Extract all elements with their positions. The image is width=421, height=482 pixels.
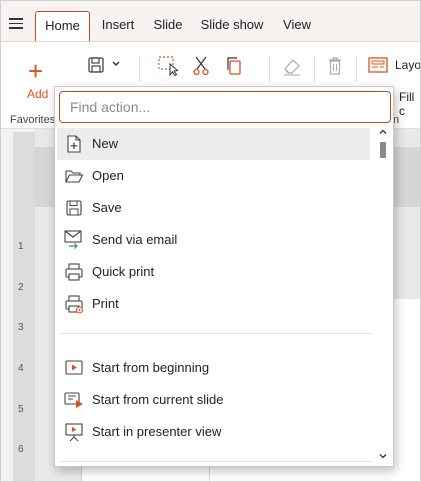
tab-bar: Home Insert Slide Slide show View: [1, 1, 420, 41]
menu-item-save[interactable]: Save: [57, 192, 370, 224]
menu-item-label: Start in presenter view: [92, 424, 222, 439]
menu-item-new[interactable]: New: [57, 128, 370, 160]
ribbon-separator: [314, 56, 315, 82]
save-ribbon-icon[interactable]: [87, 56, 105, 74]
menu-item-start-from-current-slide[interactable]: Start from current slide: [57, 384, 370, 416]
menu-item-label: Start from beginning: [92, 360, 210, 375]
ribbon-separator: [139, 56, 140, 82]
tab-slide[interactable]: Slide: [151, 11, 185, 41]
quick-print-icon: [65, 263, 83, 281]
menu-item-print[interactable]: Print: [57, 288, 370, 320]
print-icon: [65, 295, 84, 314]
open-folder-icon: [65, 170, 84, 183]
ruler-number: 6: [18, 444, 24, 455]
menu-item-quick-print[interactable]: Quick print: [57, 256, 370, 288]
scroll-up-icon[interactable]: [378, 127, 388, 137]
cut-icon[interactable]: [193, 56, 209, 76]
ribbon-separator: [356, 56, 357, 82]
delete-icon[interactable]: [327, 56, 343, 76]
layout-button-label[interactable]: Layo: [395, 58, 420, 72]
tab-insert[interactable]: Insert: [98, 11, 138, 41]
menu-item-label: Print: [92, 296, 119, 311]
menu-item-label: New: [92, 136, 119, 151]
presenter-view-icon: [65, 423, 83, 442]
app-window: Home Insert Slide Slide show View + Add …: [0, 0, 421, 482]
select-icon[interactable]: [158, 56, 180, 76]
play-current-slide-icon: [64, 392, 83, 408]
menu-item-send-via-email[interactable]: Send via email: [57, 224, 370, 256]
chevron-down-icon[interactable]: [111, 59, 121, 69]
eraser-icon[interactable]: [282, 56, 302, 76]
ribbon-separator: [269, 56, 270, 82]
tab-home[interactable]: Home: [35, 11, 90, 41]
ruler-number: 1: [18, 241, 24, 252]
add-button-label[interactable]: Add: [27, 87, 48, 101]
new-document-icon: [67, 135, 81, 153]
menu-item-open[interactable]: Open: [57, 160, 370, 192]
menu-item-label: Send via email: [92, 232, 178, 247]
vertical-ruler: 1 2 3 4 5 6: [1, 129, 35, 481]
tab-view[interactable]: View: [281, 11, 313, 41]
find-action-popup: New Open Save Send via email: [54, 86, 394, 467]
play-icon: [65, 360, 83, 375]
menu-divider: [59, 461, 373, 462]
tab-slide-show[interactable]: Slide show: [200, 11, 264, 41]
ruler-number: 3: [18, 322, 24, 333]
email-icon: [64, 230, 82, 249]
scroll-down-icon[interactable]: [378, 451, 388, 461]
menu-scrollbar[interactable]: [376, 125, 390, 465]
menu-item-label: Quick print: [92, 264, 155, 279]
menu-item-start-from-beginning[interactable]: Start from beginning: [57, 352, 370, 384]
menu-item-label: Start from current slide: [92, 392, 224, 407]
save-icon: [66, 200, 82, 216]
favorites-group-label: Favorites: [10, 114, 56, 126]
menu-item-label: Save: [92, 200, 122, 215]
ruler-number: 4: [18, 363, 24, 374]
layout-icon[interactable]: [368, 57, 388, 73]
fill-button-label[interactable]: Fill c: [399, 90, 420, 118]
copy-icon[interactable]: [225, 56, 243, 76]
menu-item-start-in-presenter-view[interactable]: Start in presenter view: [57, 416, 370, 448]
find-action-input[interactable]: [59, 91, 391, 123]
ruler-number: 5: [18, 404, 24, 415]
ruler-number: 2: [18, 282, 24, 293]
scrollbar-thumb[interactable]: [380, 142, 386, 158]
menu-item-label: Open: [92, 168, 124, 183]
add-icon[interactable]: +: [28, 58, 43, 84]
hamburger-menu-icon[interactable]: [9, 18, 23, 29]
menu-divider: [59, 333, 373, 334]
